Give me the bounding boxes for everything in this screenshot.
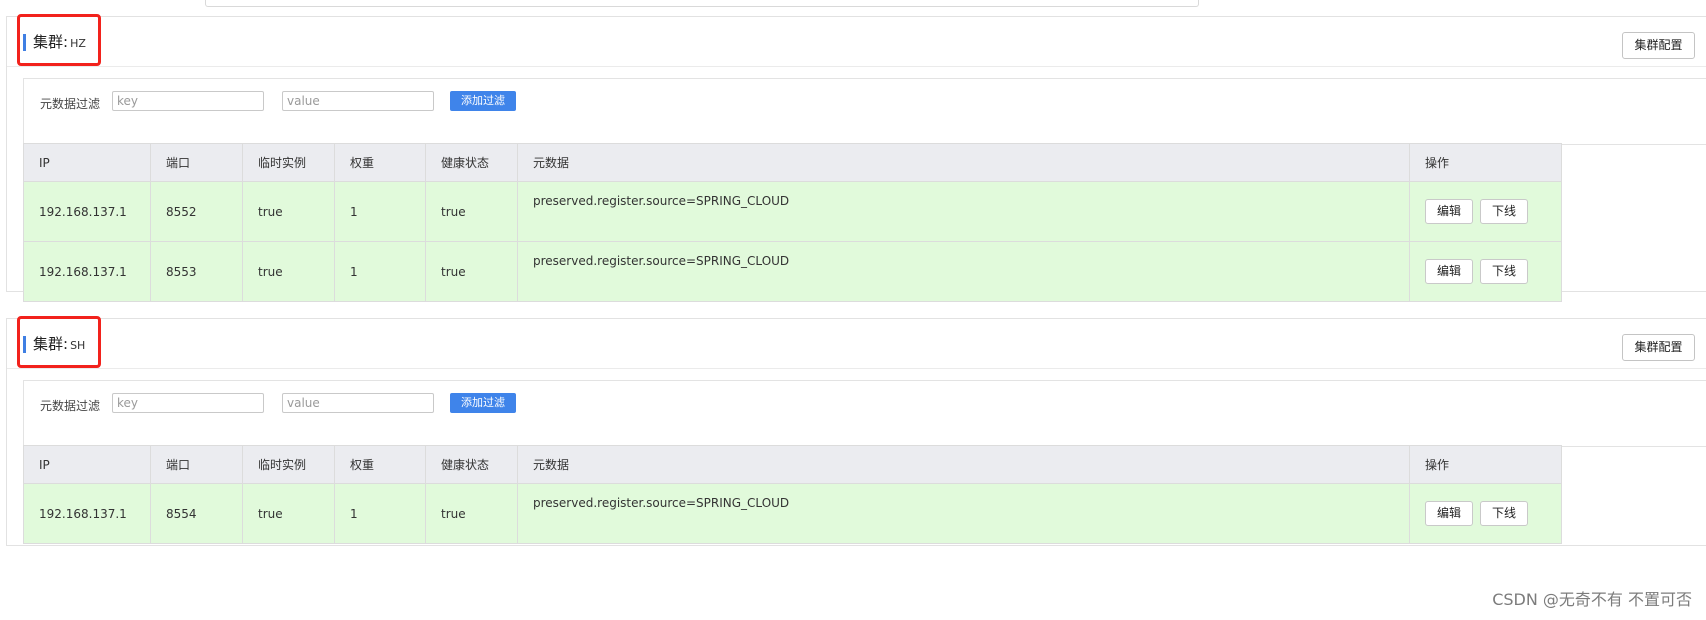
filter-key-input[interactable] [112, 393, 264, 413]
offline-button[interactable]: 下线 [1480, 199, 1528, 224]
cell-ip: 192.168.137.1 [23, 483, 151, 544]
add-filter-button[interactable]: 添加过滤 [450, 393, 516, 413]
offline-button[interactable]: 下线 [1480, 501, 1528, 526]
cluster-card-sh: 集群:SH 集群配置 元数据过滤 添加过滤 IP 端口 临时实例 权重 健康状态… [6, 316, 1706, 546]
cell-actions: 编辑 下线 [1409, 241, 1562, 302]
cluster-title-label: 集群: [33, 33, 69, 51]
cell-metadata: preserved.register.source=SPRING_CLOUD [517, 483, 1410, 544]
column-header-actions: 操作 [1409, 445, 1562, 484]
cluster-config-button[interactable]: 集群配置 [1622, 32, 1695, 59]
column-header-actions: 操作 [1409, 143, 1562, 182]
column-header-port: 端口 [150, 445, 243, 484]
cluster-header: 集群: SH 集群配置 [7, 316, 1706, 369]
csdn-watermark: CSDN @无奇不有 不置可否 [1492, 590, 1692, 609]
column-header-port: 端口 [150, 143, 243, 182]
cell-ephemeral: true [242, 483, 335, 544]
cell-ephemeral: true [242, 181, 335, 242]
cluster-name: HZ [70, 37, 86, 50]
column-header-ephemeral: 临时实例 [242, 143, 335, 182]
cell-metadata: preserved.register.source=SPRING_CLOUD [517, 181, 1410, 242]
column-header-weight: 权重 [334, 445, 426, 484]
cell-weight: 1 [334, 241, 426, 302]
cell-health: true [425, 181, 518, 242]
cluster-name: SH [70, 339, 86, 352]
offline-button[interactable]: 下线 [1480, 259, 1528, 284]
filter-key-input[interactable] [112, 91, 264, 111]
cell-ip: 192.168.137.1 [23, 241, 151, 302]
table-row: 192.168.137.1 8554 true 1 true preserved… [23, 483, 1562, 544]
column-header-metadata: 元数据 [517, 445, 1410, 484]
column-header-metadata: 元数据 [517, 143, 1410, 182]
column-header-ip: IP [23, 143, 151, 182]
edit-button[interactable]: 编辑 [1425, 501, 1473, 526]
cell-weight: 1 [334, 181, 426, 242]
cell-ephemeral: true [242, 241, 335, 302]
cell-metadata: preserved.register.source=SPRING_CLOUD [517, 241, 1410, 302]
instance-table: IP 端口 临时实例 权重 健康状态 元数据 操作 192.168.137.1 … [23, 143, 1562, 302]
cluster-config-button[interactable]: 集群配置 [1622, 334, 1695, 361]
add-filter-button[interactable]: 添加过滤 [450, 91, 516, 111]
filter-value-input[interactable] [282, 393, 434, 413]
column-header-health: 健康状态 [425, 143, 518, 182]
cell-port: 8552 [150, 181, 243, 242]
cell-port: 8553 [150, 241, 243, 302]
cell-actions: 编辑 下线 [1409, 181, 1562, 242]
metadata-filter-panel: 元数据过滤 添加过滤 [23, 380, 1706, 447]
cluster-card-hz: 集群:HZ 集群配置 元数据过滤 添加过滤 IP 端口 临时实例 权重 健康状态… [6, 14, 1706, 302]
edit-button[interactable]: 编辑 [1425, 199, 1473, 224]
cell-ip: 192.168.137.1 [23, 181, 151, 242]
filter-value-input[interactable] [282, 91, 434, 111]
table-header-row: IP 端口 临时实例 权重 健康状态 元数据 操作 [23, 445, 1562, 484]
column-header-health: 健康状态 [425, 445, 518, 484]
cell-health: true [425, 241, 518, 302]
cluster-header: 集群: HZ 集群配置 [7, 14, 1706, 67]
cell-port: 8554 [150, 483, 243, 544]
column-header-ephemeral: 临时实例 [242, 445, 335, 484]
column-header-weight: 权重 [334, 143, 426, 182]
cell-actions: 编辑 下线 [1409, 483, 1562, 544]
metadata-filter-panel: 元数据过滤 添加过滤 [23, 78, 1706, 145]
instance-table: IP 端口 临时实例 权重 健康状态 元数据 操作 192.168.137.1 … [23, 445, 1562, 544]
edit-button[interactable]: 编辑 [1425, 259, 1473, 284]
cluster-title-label: 集群: [33, 335, 69, 353]
metadata-filter-label: 元数据过滤 [40, 97, 101, 111]
cluster-title: 集群: SH [23, 336, 85, 353]
column-header-ip: IP [23, 445, 151, 484]
metadata-filter-label: 元数据过滤 [40, 399, 101, 413]
cell-health: true [425, 483, 518, 544]
search-input-bottom-edge[interactable] [205, 0, 1199, 7]
cell-weight: 1 [334, 483, 426, 544]
cluster-title: 集群: HZ [23, 34, 86, 51]
table-header-row: IP 端口 临时实例 权重 健康状态 元数据 操作 [23, 143, 1562, 182]
table-row: 192.168.137.1 8552 true 1 true preserved… [23, 181, 1562, 242]
table-row: 192.168.137.1 8553 true 1 true preserved… [23, 241, 1562, 302]
